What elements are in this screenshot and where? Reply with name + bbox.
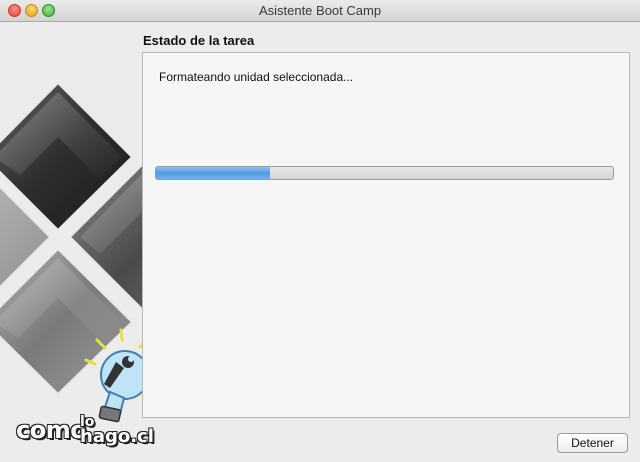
- window-title: Asistente Boot Camp: [258, 3, 382, 18]
- progress-bar: [155, 166, 614, 180]
- progress-bar-fill: [156, 167, 271, 179]
- watermark-word-como: como: [16, 416, 87, 444]
- como-lo-hago-watermark: como lo hago.cl: [14, 342, 174, 452]
- task-status-heading: Estado de la tarea: [143, 33, 255, 48]
- task-status-panel: Formateando unidad seleccionada...: [142, 52, 630, 418]
- boot-camp-window: Asistente Boot Camp Estado de la tarea F…: [0, 0, 640, 462]
- title-bar: Asistente Boot Camp: [0, 0, 640, 22]
- watermark-word-hago: hago.cl: [80, 426, 154, 447]
- status-message: Formateando unidad seleccionada...: [159, 70, 354, 84]
- stop-button[interactable]: Detener: [557, 433, 628, 453]
